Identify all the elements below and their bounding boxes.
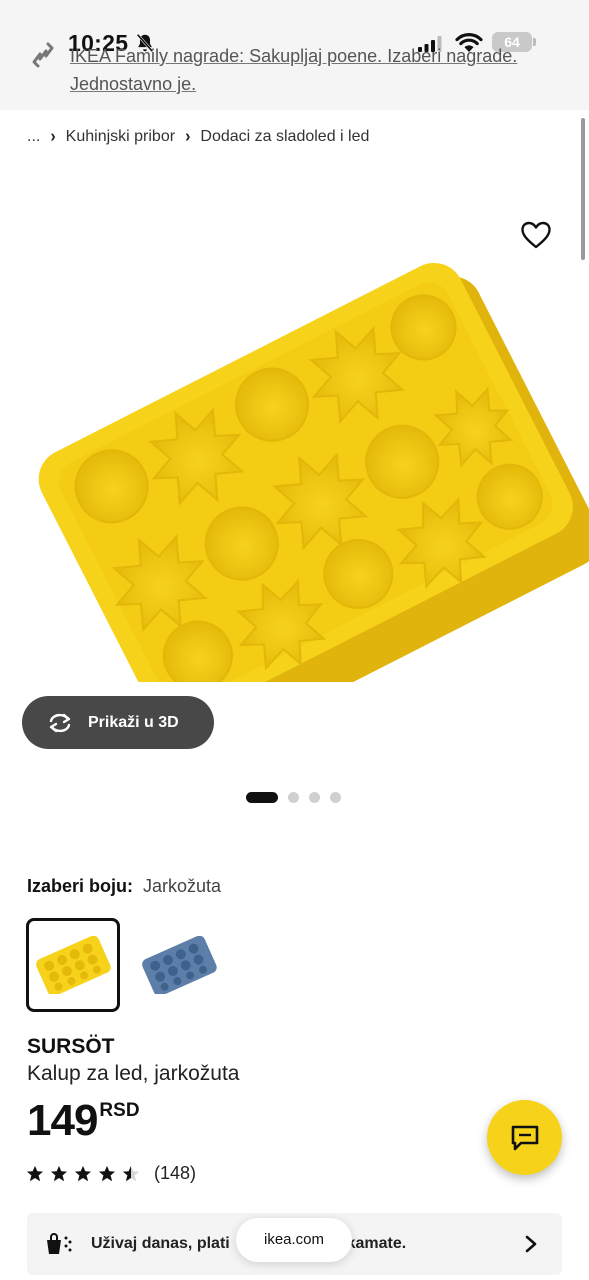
chat-button[interactable] [487,1100,562,1175]
gallery-dot[interactable] [330,792,341,803]
star-filled-icon [26,1165,44,1181]
shopping-bag-icon [47,1233,72,1254]
gallery-dot[interactable] [246,792,278,803]
product-rating[interactable]: (148) [26,1163,196,1184]
financing-text-end: kamate. [346,1235,407,1252]
gallery-dot[interactable] [309,792,320,803]
breadcrumb-item-more[interactable]: ... [27,128,40,146]
view-3d-label: Prikaži u 3D [88,713,179,731]
price-currency: RSD [99,1100,140,1121]
promo-link[interactable]: IKEA Family nagrade: Sakupljaj poene. Iz… [70,42,570,98]
breadcrumb-item-ice[interactable]: Dodaci za sladoled i led [200,128,369,146]
breadcrumb-item-kitchen[interactable]: Kuhinjski pribor [66,128,175,146]
yellow-tray-thumbnail [36,936,111,994]
link-icon [32,42,54,68]
color-swatch-yellow[interactable] [26,918,120,1012]
star-filled-icon [74,1165,92,1181]
price-amount: 149 [27,1096,98,1145]
gallery-dot[interactable] [288,792,299,803]
chevron-right-icon: › [50,127,56,146]
product-price: 149 RSD [27,1098,140,1144]
star-half-icon [122,1165,140,1181]
blue-tray-thumbnail [142,936,217,994]
chevron-right-icon: › [185,127,191,146]
rotate-3d-icon [49,713,71,732]
heart-icon[interactable] [520,220,552,250]
rating-count: (148) [154,1163,197,1183]
gallery-pagination [246,792,341,803]
color-value: Jarkožuta [143,876,222,896]
color-label: Izaberi boju: [27,876,134,896]
scrollbar[interactable] [581,118,585,260]
financing-text-start: Uživaj danas, plati [91,1235,230,1252]
view-3d-button[interactable]: Prikaži u 3D [22,696,214,749]
product-name: SURSÖT [27,1035,115,1058]
product-image[interactable] [0,262,589,682]
chat-icon [511,1125,538,1150]
product-description: Kalup za led, jarkožuta [27,1062,240,1085]
breadcrumb: ... › Kuhinjski pribor › Dodaci za slado… [27,127,369,146]
browser-url-bar[interactable]: ikea.com [236,1218,352,1262]
color-swatch-blue[interactable] [132,918,226,1012]
star-filled-icon [50,1165,68,1181]
chevron-right-icon [525,1235,537,1253]
top-promo-bar: 10:25 64 IKEA Family nagrade: Sakupljaj … [0,0,589,110]
star-filled-icon [98,1165,116,1181]
color-selector-header: Izaberi boju: Jarkožuta [27,876,221,897]
